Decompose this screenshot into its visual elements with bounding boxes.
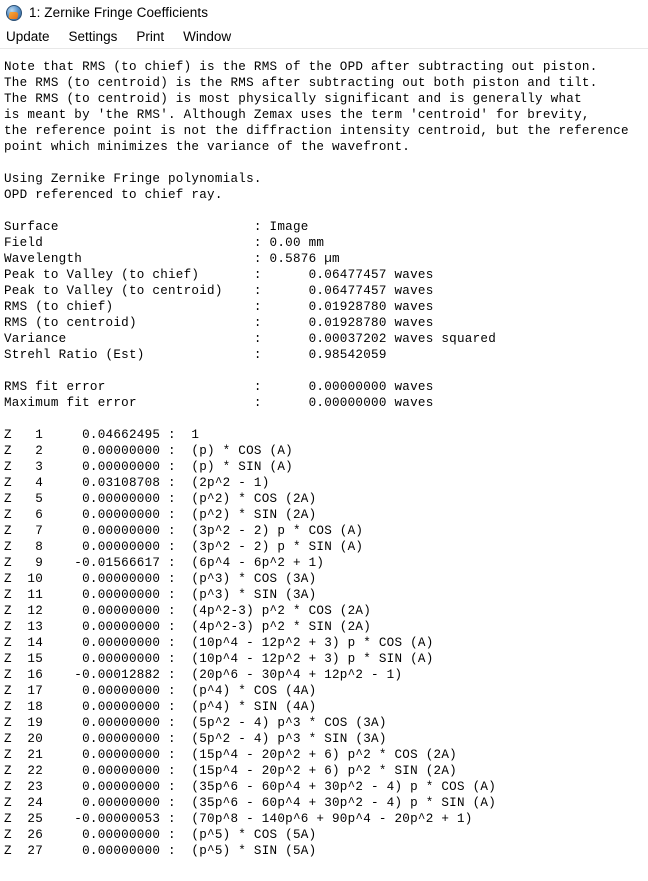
zernike-coefficient-row: Z 26 0.00000000 : (p^5) * COS (5A) (4, 828, 317, 842)
report-summary-row: Variance : 0.00037202 waves squared (4, 332, 496, 346)
report-summary-row: Peak to Valley (to chief) : 0.06477457 w… (4, 268, 434, 282)
zernike-coefficient-row: Z 8 0.00000000 : (3p^2 - 2) p * SIN (A) (4, 540, 364, 554)
zernike-coefficient-row: Z 5 0.00000000 : (p^2) * COS (2A) (4, 492, 317, 506)
zernike-coefficient-row: Z 2 0.00000000 : (p) * COS (A) (4, 444, 293, 458)
zernike-coefficient-row: Z 9 -0.01566617 : (6p^4 - 6p^2 + 1) (4, 556, 325, 570)
zernike-coefficient-row: Z 7 0.00000000 : (3p^2 - 2) p * COS (A) (4, 524, 364, 538)
zernike-coefficient-row: Z 27 0.00000000 : (p^5) * SIN (5A) (4, 844, 317, 858)
zernike-coefficient-row: Z 6 0.00000000 : (p^2) * SIN (2A) (4, 508, 317, 522)
menu-bar: Update Settings Print Window (0, 26, 648, 48)
menu-item-settings[interactable]: Settings (69, 29, 118, 45)
zernike-coefficient-row: Z 15 0.00000000 : (10p^4 - 12p^2 + 3) p … (4, 652, 434, 666)
zernike-coefficient-row: Z 11 0.00000000 : (p^3) * SIN (3A) (4, 588, 317, 602)
zernike-coefficient-row: Z 14 0.00000000 : (10p^4 - 12p^2 + 3) p … (4, 636, 434, 650)
report-spacer (4, 363, 648, 379)
zemax-app-icon (6, 5, 22, 21)
report-summary-row: Strehl Ratio (Est) : 0.98542059 (4, 348, 387, 362)
zernike-coefficient-row: Z 10 0.00000000 : (p^3) * COS (3A) (4, 572, 317, 586)
report-method-line: Using Zernike Fringe polynomials. (4, 172, 262, 186)
report-note-line: is meant by 'the RMS'. Although Zemax us… (4, 108, 590, 122)
report-note-line: The RMS (to centroid) is the RMS after s… (4, 76, 598, 90)
report-note-line: The RMS (to centroid) is most physically… (4, 92, 582, 106)
report-summary-row: RMS (to centroid) : 0.01928780 waves (4, 316, 434, 330)
menu-item-update[interactable]: Update (6, 29, 50, 45)
report-method-line: OPD referenced to chief ray. (4, 188, 223, 202)
window-title: 1: Zernike Fringe Coefficients (29, 5, 209, 20)
title-bar: 1: Zernike Fringe Coefficients (0, 0, 648, 26)
zernike-coefficient-row: Z 1 0.04662495 : 1 (4, 428, 200, 442)
zernike-coefficient-row: Z 3 0.00000000 : (p) * SIN (A) (4, 460, 293, 474)
report-spacer (4, 411, 648, 427)
zernike-coefficient-row: Z 23 0.00000000 : (35p^6 - 60p^4 + 30p^2… (4, 780, 496, 794)
report-summary-row: Surface : Image (4, 220, 309, 234)
report-note-line: the reference point is not the diffracti… (4, 124, 629, 138)
zernike-coefficient-row: Z 4 0.03108708 : (2p^2 - 1) (4, 476, 270, 490)
report-summary-row: Peak to Valley (to centroid) : 0.0647745… (4, 284, 434, 298)
zernike-coefficient-row: Z 17 0.00000000 : (p^4) * COS (4A) (4, 684, 317, 698)
zernike-coefficient-row: Z 13 0.00000000 : (4p^2-3) p^2 * SIN (2A… (4, 620, 372, 634)
report-spacer (4, 203, 648, 219)
report-fit-error-row: RMS fit error : 0.00000000 waves (4, 380, 434, 394)
zernike-coefficient-row: Z 25 -0.00000053 : (70p^8 - 140p^6 + 90p… (4, 812, 473, 826)
report-note-line: point which minimizes the variance of th… (4, 140, 411, 154)
zernike-coefficient-row: Z 18 0.00000000 : (p^4) * SIN (4A) (4, 700, 317, 714)
zernike-coefficient-row: Z 21 0.00000000 : (15p^4 - 20p^2 + 6) p^… (4, 748, 457, 762)
report-note-line: Note that RMS (to chief) is the RMS of t… (4, 60, 598, 74)
report-spacer (4, 155, 648, 171)
report-fit-error-row: Maximum fit error : 0.00000000 waves (4, 396, 434, 410)
zernike-coefficient-row: Z 20 0.00000000 : (5p^2 - 4) p^3 * SIN (… (4, 732, 387, 746)
menu-item-window[interactable]: Window (183, 29, 231, 45)
zernike-coefficient-row: Z 22 0.00000000 : (15p^4 - 20p^2 + 6) p^… (4, 764, 457, 778)
zernike-coefficient-row: Z 12 0.00000000 : (4p^2-3) p^2 * COS (2A… (4, 604, 372, 618)
report-text-area: Note that RMS (to chief) is the RMS of t… (0, 49, 648, 859)
report-summary-row: RMS (to chief) : 0.01928780 waves (4, 300, 434, 314)
report-summary-row: Field : 0.00 mm (4, 236, 325, 250)
report-summary-row: Wavelength : 0.5876 µm (4, 252, 340, 266)
zernike-coefficient-row: Z 24 0.00000000 : (35p^6 - 60p^4 + 30p^2… (4, 796, 496, 810)
zernike-coefficient-row: Z 19 0.00000000 : (5p^2 - 4) p^3 * COS (… (4, 716, 387, 730)
zernike-coefficient-row: Z 16 -0.00012882 : (20p^6 - 30p^4 + 12p^… (4, 668, 403, 682)
menu-item-print[interactable]: Print (136, 29, 164, 45)
